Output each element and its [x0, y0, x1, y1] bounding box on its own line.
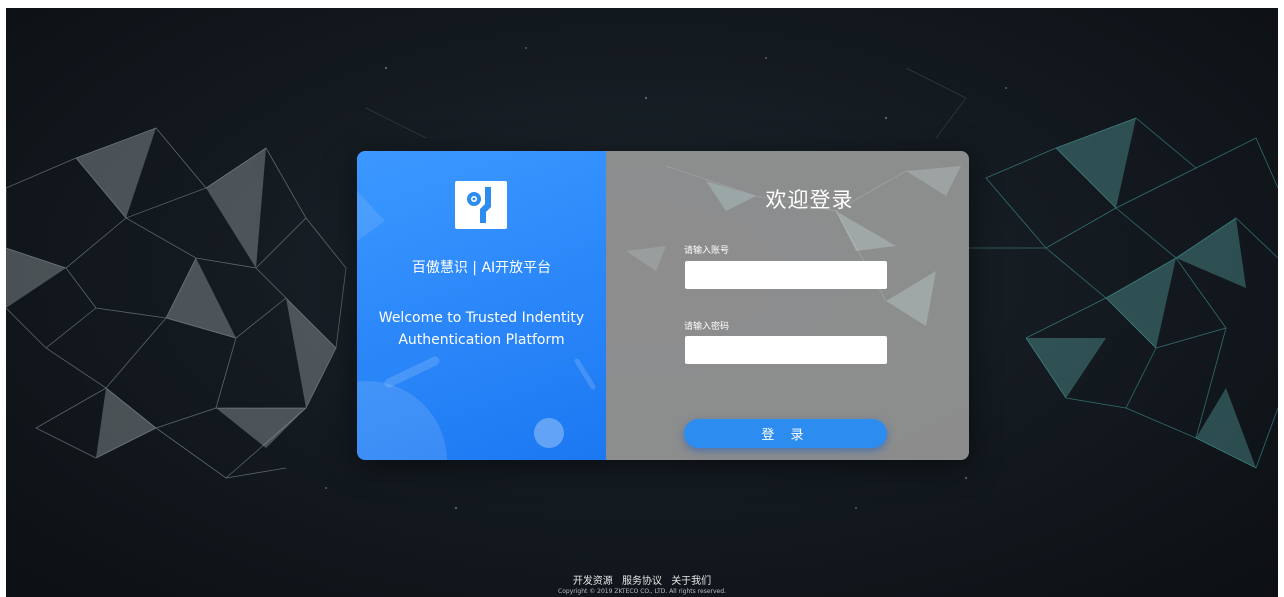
- welcome-line-2: Authentication Platform: [398, 332, 565, 348]
- login-title: 欢迎登录: [765, 188, 854, 212]
- login-button[interactable]: 登 录: [684, 419, 887, 448]
- footer-link-dev-resources[interactable]: 开发资源: [573, 576, 613, 587]
- brand-panel: 百傲慧识 | AI开放平台 Welcome to Trusted Indenti…: [357, 151, 606, 460]
- login-screen: 百傲慧识 | AI开放平台 Welcome to Trusted Indenti…: [6, 8, 1278, 597]
- username-label: 请输入账号: [684, 246, 730, 256]
- brand-name: 百傲慧识 | AI开放平台: [411, 260, 552, 276]
- copyright-text: Copyright © 2019 ZKTECO CO., LTD. All ri…: [558, 588, 726, 595]
- footer-links: 开发资源 服务协议 关于我们: [6, 572, 1278, 587]
- password-input[interactable]: [685, 336, 887, 364]
- login-card: 百傲慧识 | AI开放平台 Welcome to Trusted Indenti…: [357, 151, 969, 460]
- welcome-line-1: Welcome to Trusted Indentity: [378, 310, 585, 326]
- app-logo-icon: [455, 181, 507, 229]
- welcome-text: Welcome to Trusted Indentity Authenticat…: [357, 307, 606, 351]
- footer-link-about-us[interactable]: 关于我们: [671, 576, 711, 587]
- username-input[interactable]: [685, 261, 887, 289]
- password-label: 请输入密码: [684, 322, 730, 332]
- footer-link-service-agreement[interactable]: 服务协议: [622, 576, 662, 587]
- login-form-panel: 欢迎登录 请输入账号 请输入密码 登 录: [606, 151, 969, 460]
